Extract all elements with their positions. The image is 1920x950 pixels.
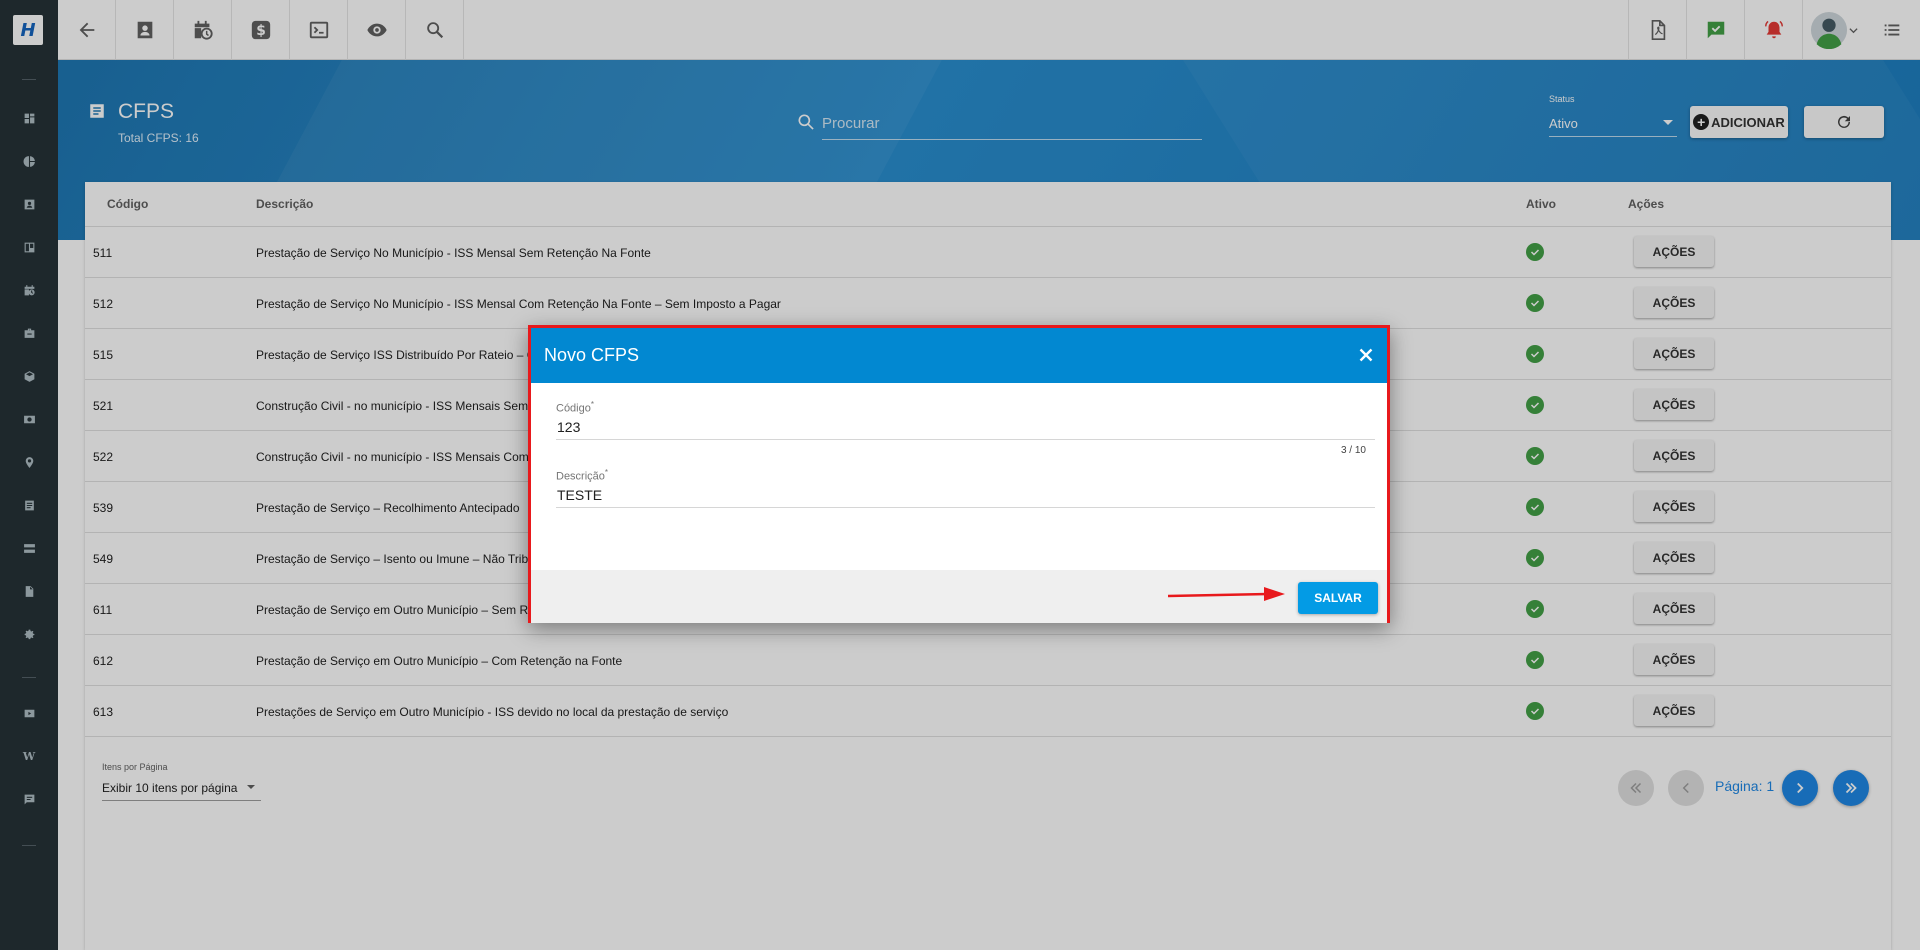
save-button[interactable]: SALVAR (1298, 582, 1378, 614)
close-icon[interactable] (1355, 344, 1377, 366)
codigo-label: Código* (556, 400, 594, 415)
codigo-field[interactable] (556, 414, 1375, 440)
descricao-field[interactable] (556, 482, 1375, 508)
codigo-char-counter: 3 / 10 (1340, 445, 1366, 456)
dialog-title: Novo CFPS (544, 345, 640, 365)
descricao-label: Descrição* (556, 468, 609, 483)
dialog-header: Novo CFPS (531, 328, 1387, 383)
annotation-arrow (1168, 587, 1285, 601)
new-cfps-dialog: Novo CFPS Código* 3 / 10 Descrição* SALV… (528, 325, 1390, 623)
